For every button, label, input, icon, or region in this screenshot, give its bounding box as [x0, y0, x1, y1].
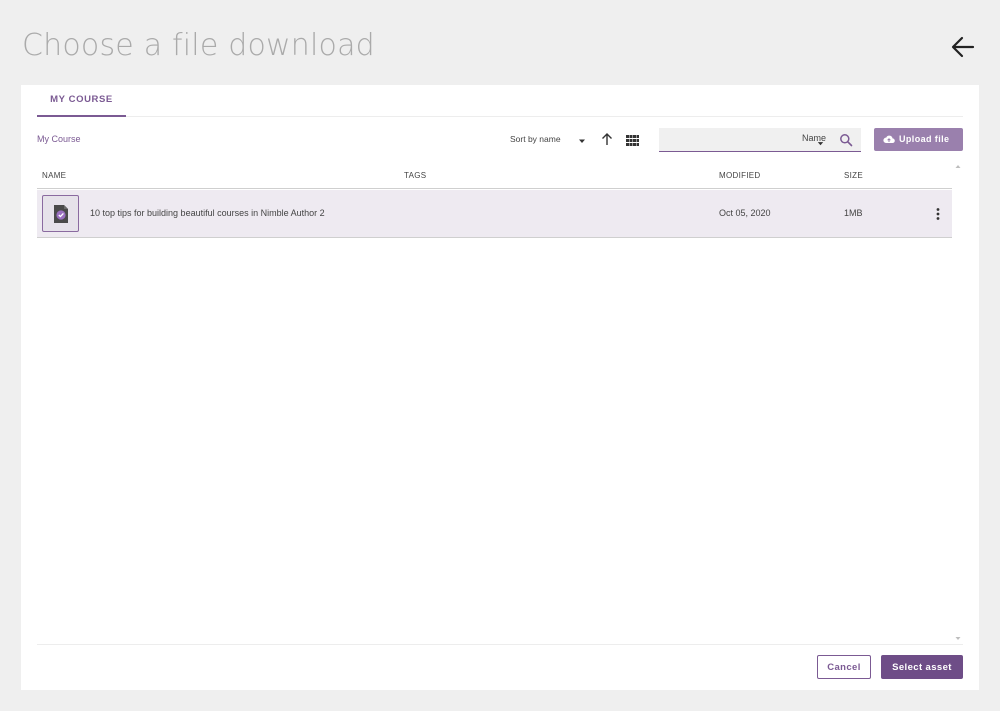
dialog-title: Choose a file download — [22, 28, 375, 63]
cloud-upload-icon — [883, 135, 895, 143]
row-more-button[interactable] — [933, 207, 943, 221]
column-header-name[interactable]: NAME — [42, 171, 66, 180]
sort-dropdown-button[interactable] — [577, 133, 587, 143]
caret-down-icon — [817, 142, 824, 146]
table-header: NAME TAGS MODIFIED SIZE — [37, 165, 952, 189]
search-input[interactable] — [663, 131, 763, 149]
arrow-left-icon — [951, 36, 975, 58]
back-button[interactable] — [948, 32, 978, 62]
breadcrumb[interactable]: My Course — [37, 134, 81, 144]
sort-select[interactable]: Sort by name — [510, 134, 561, 144]
search-field-dropdown-button[interactable] — [816, 135, 825, 146]
column-header-tags[interactable]: TAGS — [404, 171, 426, 180]
upload-file-button[interactable]: Upload file — [874, 128, 963, 151]
scroll-up-arrow-icon[interactable] — [955, 164, 961, 169]
table-scrollbar[interactable] — [953, 162, 963, 644]
footer-divider — [37, 644, 963, 645]
file-browser-panel: MY COURSE My Course Sort by name Name Up… — [21, 85, 979, 690]
sort-direction-button[interactable] — [600, 132, 614, 146]
file-modified: Oct 05, 2020 — [719, 208, 771, 218]
tab-bar: MY COURSE — [37, 85, 963, 117]
file-thumbnail — [42, 195, 79, 232]
grid-view-icon — [626, 135, 639, 146]
arrow-up-icon — [602, 133, 612, 145]
grid-view-button[interactable] — [626, 133, 639, 146]
select-asset-button[interactable]: Select asset — [881, 655, 963, 679]
table-row[interactable]: 10 top tips for building beautiful cours… — [37, 190, 952, 238]
vertical-dots-icon — [936, 208, 940, 220]
upload-file-label: Upload file — [899, 134, 950, 144]
search-box: Name — [659, 128, 861, 152]
file-name: 10 top tips for building beautiful cours… — [90, 208, 325, 218]
column-header-modified[interactable]: MODIFIED — [719, 171, 761, 180]
column-header-size[interactable]: SIZE — [844, 171, 863, 180]
magnifier-icon — [840, 134, 853, 147]
scroll-down-arrow-icon[interactable] — [955, 636, 961, 641]
file-size: 1MB — [844, 208, 863, 218]
tab-my-course[interactable]: MY COURSE — [37, 85, 126, 117]
caret-down-icon — [579, 139, 585, 143]
file-check-icon — [54, 205, 68, 223]
cancel-button[interactable]: Cancel — [817, 655, 871, 679]
search-button[interactable] — [839, 133, 853, 147]
